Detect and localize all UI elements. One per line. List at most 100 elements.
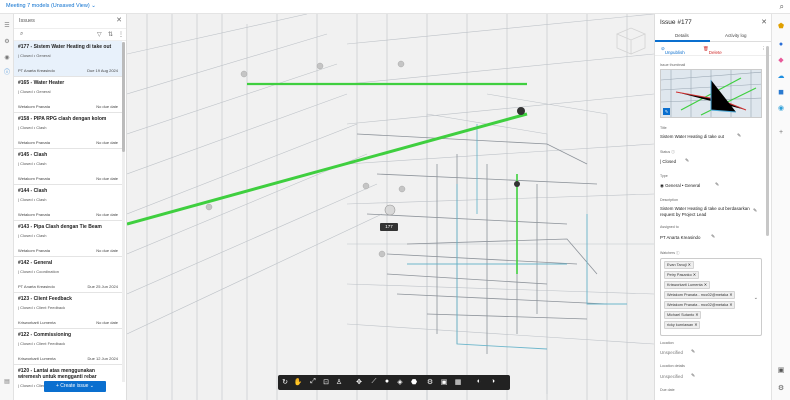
issue-assignee: Wetakom Pranata bbox=[18, 248, 50, 253]
shield-icon[interactable]: ◆ bbox=[776, 56, 786, 66]
issues-toggle-icon[interactable]: ◐ bbox=[474, 378, 484, 385]
close-icon[interactable]: ✕ bbox=[116, 16, 122, 24]
list-item[interactable]: #144 - Clash | Closed • Clash Wetakom Pran… bbox=[14, 185, 122, 221]
issues-list: #177 - Sistem Water Heating di take out |… bbox=[14, 41, 122, 390]
due-date-label: Due date bbox=[660, 388, 675, 392]
delete-button[interactable]: 🗑 Delete bbox=[703, 46, 722, 55]
view-cube[interactable] bbox=[615, 27, 647, 55]
model-browser-icon[interactable]: ▣ bbox=[439, 378, 449, 386]
markup-icon[interactable]: ● bbox=[382, 378, 392, 385]
issues-icon[interactable]: ⓘ bbox=[3, 69, 11, 77]
list-item[interactable]: #142 - General | Closed • Coordination PT … bbox=[14, 257, 122, 293]
issue-due: No due date bbox=[96, 212, 118, 217]
search-icon[interactable]: ⌕ bbox=[780, 2, 784, 12]
list-item[interactable]: #145 - Clash | Closed • Clash Wetakom Pran… bbox=[14, 149, 122, 185]
issue-due: No due date bbox=[96, 140, 118, 145]
info-icon[interactable]: ● bbox=[776, 40, 786, 50]
watchers-field[interactable]: Evan Tanuji ✕ Petry Pasanko ✕ Krisworkar… bbox=[660, 258, 762, 336]
issue-assignee: PT Anarta Kreasindo bbox=[18, 284, 55, 289]
tag-icon[interactable]: ⬟ bbox=[776, 22, 786, 32]
tab-activity-log[interactable]: Activity log bbox=[725, 33, 747, 38]
list-item[interactable]: #158 - PIPA RPG clash dengan kolom | Clos… bbox=[14, 113, 122, 149]
issue-marker-label[interactable]: 177 bbox=[380, 223, 398, 231]
status-value: | Closed bbox=[660, 159, 677, 164]
status-label: Status ⓘ bbox=[660, 150, 675, 154]
issue-status: | Closed • Client Feedback bbox=[18, 305, 66, 310]
type-value: ◉ General • General bbox=[660, 183, 701, 188]
fullscreen-icon[interactable]: ⬣ bbox=[409, 378, 419, 386]
list-item[interactable]: #177 - Sistem Water Heating di take out |… bbox=[14, 41, 122, 77]
close-icon[interactable]: ✕ bbox=[761, 18, 767, 26]
outlook-icon[interactable]: ◼ bbox=[776, 88, 786, 98]
model-selector[interactable]: Meeting 7 models (Unsaved View) ⌄ bbox=[6, 3, 96, 9]
model-viewer[interactable]: 177 bbox=[127, 14, 654, 400]
edit-description-icon[interactable]: ✎ bbox=[753, 208, 757, 214]
issue-status: | Closed • General bbox=[18, 53, 51, 58]
edit-type-icon[interactable]: ✎ bbox=[715, 182, 719, 188]
issue-title: #142 - General bbox=[18, 260, 53, 266]
edit-status-icon[interactable]: ✎ bbox=[685, 158, 689, 164]
edit-title-icon[interactable]: ✎ bbox=[737, 133, 741, 139]
issue-due: No due date bbox=[96, 176, 118, 181]
issues-scrollbar[interactable] bbox=[122, 42, 125, 382]
panel-icon[interactable]: ▣ bbox=[776, 366, 786, 376]
edit-location-details-icon[interactable]: ✎ bbox=[691, 373, 695, 379]
app-icon[interactable]: ◉ bbox=[776, 104, 786, 114]
section-icon[interactable]: ✥ bbox=[354, 378, 364, 386]
list-item[interactable]: #143 - Pipa Clash dengan Tie Beam | Close… bbox=[14, 221, 122, 257]
more-icon[interactable]: ⋮ bbox=[761, 46, 766, 52]
edit-location-icon[interactable]: ✎ bbox=[691, 349, 695, 355]
issue-assignee: PT Anarta Kreasindo bbox=[18, 68, 55, 73]
watcher-chip: Michael Sutanto ✕ bbox=[664, 311, 702, 319]
sort-icon[interactable]: ⇅ bbox=[108, 31, 113, 38]
camera-icon[interactable]: ◉ bbox=[3, 54, 11, 62]
unpublish-button[interactable]: ⊘ Unpublish bbox=[661, 46, 685, 55]
fit-view-icon[interactable]: ⤢ bbox=[308, 378, 318, 386]
issues-panel: Issues ✕ ⌕ ▽ ⇅ ⋮ #177 - Sistem Water Hea… bbox=[14, 14, 127, 400]
issue-title: #120 - Lantai atas menggunakan wiremesh … bbox=[18, 368, 97, 380]
search-icon[interactable]: ⌕ bbox=[20, 31, 23, 38]
model-canvas[interactable] bbox=[127, 14, 654, 400]
orbit-icon[interactable]: ↻ bbox=[280, 378, 290, 386]
cloud-icon[interactable]: ☁ bbox=[776, 72, 786, 82]
walk-icon[interactable]: ♙ bbox=[334, 378, 344, 386]
issue-thumbnail[interactable]: ✎ bbox=[660, 69, 762, 118]
add-icon[interactable]: + bbox=[776, 128, 786, 138]
list-item[interactable]: #122 - Commissioning | Closed • Client Fe… bbox=[14, 329, 122, 365]
measure-icon[interactable]: ⟋ bbox=[369, 378, 379, 386]
issue-detail-panel: Issue #177 ✕ Details Activity log ⊘ Unpu… bbox=[654, 14, 771, 400]
issue-assignee: Krisworkarti Lumenta bbox=[18, 320, 56, 325]
create-issue-button[interactable]: + Create issue ⌄ bbox=[44, 381, 106, 392]
right-rail: ⬟ ● ◆ ☁ ◼ ◉ + ▣ ⚙ bbox=[771, 14, 790, 400]
list-item[interactable]: #165 - Water Heater | Closed • General Wet… bbox=[14, 77, 122, 113]
zoom-icon[interactable]: ⊡ bbox=[321, 378, 331, 386]
filter-icon[interactable]: ▽ bbox=[97, 31, 102, 38]
detail-scrollbar[interactable] bbox=[766, 46, 769, 236]
issue-status: | Closed • Clash bbox=[18, 125, 47, 130]
issue-status: | Closed • Clash bbox=[18, 161, 47, 166]
compare-icon[interactable]: ◑ bbox=[488, 378, 498, 385]
issue-assignee: Wetakom Pranata bbox=[18, 176, 50, 181]
issue-due: No due date bbox=[96, 248, 118, 253]
edit-thumbnail-icon[interactable]: ✎ bbox=[663, 108, 670, 115]
settings-icon[interactable]: ⚙ bbox=[425, 378, 435, 386]
explode-icon[interactable]: ◈ bbox=[395, 378, 405, 386]
properties-icon[interactable]: ⚙ bbox=[3, 38, 11, 46]
watcher-chip: ricky kurniawan ✕ bbox=[664, 321, 701, 329]
list-item[interactable]: #123 - Client Feedback | Closed • Client … bbox=[14, 293, 122, 329]
tab-details[interactable]: Details bbox=[675, 33, 689, 38]
properties-icon[interactable]: ▦ bbox=[453, 378, 463, 386]
more-icon[interactable]: ⋮ bbox=[118, 31, 124, 38]
issue-title: #165 - Water Heater bbox=[18, 80, 65, 86]
issue-title: #144 - Clash bbox=[18, 188, 48, 194]
edit-assigned-icon[interactable]: ✎ bbox=[711, 234, 715, 240]
layers-icon[interactable]: ☰ bbox=[3, 22, 11, 30]
location-details-value: Unspecified bbox=[660, 374, 683, 379]
issue-pin[interactable] bbox=[384, 204, 396, 216]
settings-icon[interactable]: ▤ bbox=[3, 378, 11, 386]
pan-icon[interactable]: ✋ bbox=[293, 378, 303, 386]
viewer-toolbar: ↻ ✋ ⤢ ⊡ ♙ ✥ ⟋ ● ◈ ⬣ ⚙ ▣ ▦ ◐ ◑ bbox=[278, 375, 510, 390]
gear-icon[interactable]: ⚙ bbox=[776, 384, 786, 394]
location-details-label: Location details bbox=[660, 364, 685, 368]
chevron-down-icon[interactable]: ⌄ bbox=[754, 295, 758, 301]
